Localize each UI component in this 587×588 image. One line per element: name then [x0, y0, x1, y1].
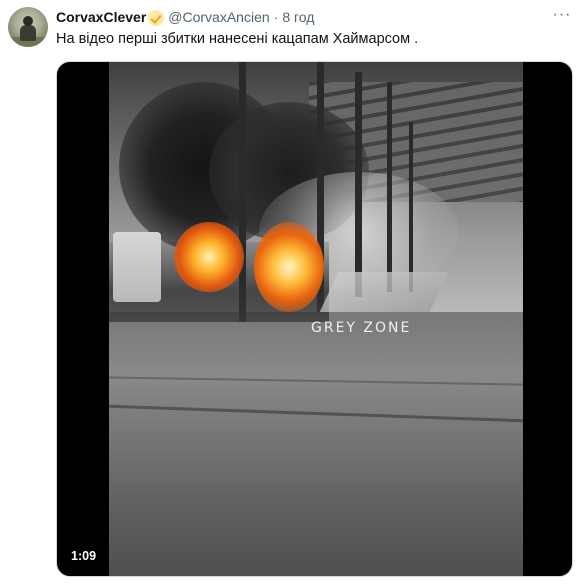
video-debris — [319, 272, 449, 312]
video-player[interactable]: GREY ZONE 1:09 — [56, 61, 573, 577]
video-ground — [109, 322, 523, 576]
verified-badge-icon — [148, 10, 165, 26]
tweet-card[interactable]: CorvaxClever @CorvaxAncien · 8 год ··· Н… — [0, 0, 587, 588]
more-options-button[interactable]: ··· — [551, 4, 573, 26]
video-fire — [254, 222, 324, 312]
avatar-figure-body — [20, 25, 36, 41]
avatar[interactable] — [8, 7, 48, 47]
tweet-timestamp[interactable]: 8 год — [282, 9, 314, 25]
video-post — [355, 72, 362, 297]
video-truck — [113, 232, 161, 302]
avatar-figure-head — [23, 16, 33, 26]
video-frame[interactable]: GREY ZONE — [109, 62, 523, 576]
separator-dot: · — [273, 9, 279, 25]
video-fire — [174, 222, 244, 292]
more-dots-icon: ··· — [552, 6, 572, 23]
tweet-header: CorvaxClever @CorvaxAncien · 8 год — [56, 8, 314, 26]
video-post — [409, 122, 413, 292]
tweet-text: На відео перші збитки нанесені кацапам Х… — [56, 31, 419, 47]
video-watermark: GREY ZONE — [311, 320, 412, 336]
video-duration-badge: 1:09 — [66, 548, 102, 564]
video-post — [387, 82, 392, 292]
display-name[interactable]: CorvaxClever — [56, 9, 146, 25]
user-handle[interactable]: @CorvaxAncien — [168, 9, 269, 25]
